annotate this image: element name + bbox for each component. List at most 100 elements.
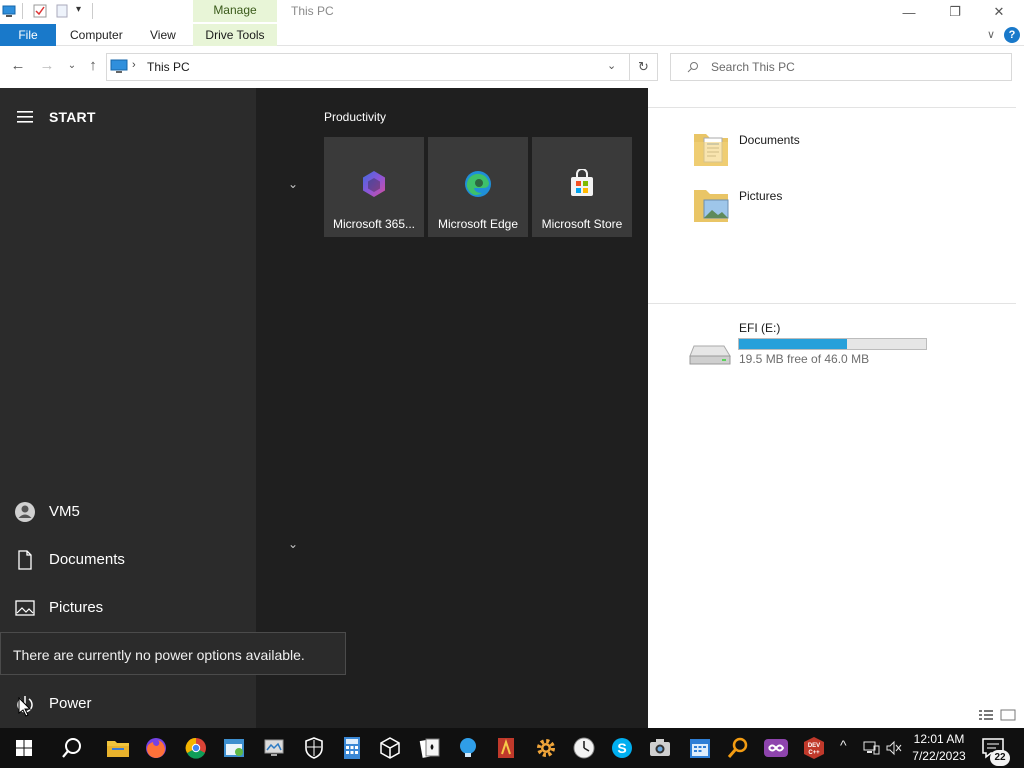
infinity-icon	[764, 739, 788, 757]
microsoft-365-icon	[363, 171, 385, 197]
tile-microsoft-edge[interactable]: Microsoft Edge	[428, 137, 528, 237]
show-hidden-icons-chevron-icon[interactable]: ^	[840, 737, 847, 753]
address-bar[interactable]: › This PC ⌄	[106, 53, 630, 81]
taskbar-dev-cpp[interactable]: DEV C++	[798, 732, 830, 764]
back-arrow-icon[interactable]: ←	[8, 56, 28, 76]
large-icons-view-icon[interactable]	[1000, 709, 1016, 721]
pictures-folder-icon[interactable]	[690, 184, 732, 226]
taskbar-calculator[interactable]	[336, 732, 368, 764]
collapse-group-chevron-icon[interactable]: ⌄	[288, 537, 298, 551]
details-view-icon[interactable]	[978, 709, 994, 721]
tab-view[interactable]: View	[150, 24, 176, 46]
expand-ribbon-chevron-icon[interactable]: ∨	[983, 26, 999, 44]
start-item-pictures-label: Pictures	[49, 599, 104, 616]
search-box[interactable]: Search This PC	[670, 53, 1012, 81]
taskbar-camera[interactable]	[644, 732, 676, 764]
cards-icon	[419, 738, 440, 758]
network-icon[interactable]	[862, 740, 880, 756]
taskbar-visual-studio[interactable]	[760, 732, 792, 764]
tile-group-title[interactable]: Productivity	[324, 110, 386, 124]
hamburger-menu-icon[interactable]	[17, 111, 33, 123]
taskbar-tips[interactable]	[452, 732, 484, 764]
start-item-power[interactable]: Power	[0, 682, 256, 726]
drive-usage-bar	[738, 338, 927, 350]
firefox-icon	[146, 738, 166, 758]
folder-pictures-label[interactable]: Pictures	[739, 189, 782, 203]
manage-context-tab[interactable]: Manage	[193, 0, 277, 22]
customize-qat-icon[interactable]: ▾	[76, 4, 81, 15]
taskbar-security[interactable]	[298, 732, 330, 764]
help-button[interactable]: ?	[1004, 27, 1020, 43]
restore-button[interactable]: ❐	[932, 0, 978, 24]
forward-arrow-icon[interactable]: →	[37, 56, 57, 76]
camera-icon	[650, 739, 670, 756]
volume-muted-icon[interactable]	[885, 740, 903, 756]
taskbar-clock-date[interactable]: 7/22/2023	[906, 749, 972, 763]
recent-locations-chevron-icon[interactable]: ⌄	[62, 56, 82, 76]
folder-documents-label[interactable]: Documents	[739, 133, 800, 147]
taskbar-solitaire[interactable]	[414, 732, 446, 764]
drive-free-space: 19.5 MB free of 46.0 MB	[739, 352, 870, 366]
drive-usage-fill	[739, 339, 848, 349]
drive-icon[interactable]	[688, 340, 732, 368]
folder-icon	[107, 741, 129, 757]
start-item-pictures[interactable]: Pictures	[0, 586, 256, 630]
start-item-user[interactable]: VM5	[0, 490, 256, 534]
start-title[interactable]: START	[49, 109, 96, 125]
minimize-button[interactable]: —	[886, 0, 932, 24]
ribbon-tab-bar: File Computer View Drive Tools ∨ ?	[0, 24, 1024, 46]
qat-divider	[22, 3, 23, 19]
svg-text:C++: C++	[808, 750, 820, 756]
collapse-group-chevron-icon[interactable]: ⌄	[288, 177, 298, 191]
taskbar-file-explorer[interactable]	[102, 732, 134, 764]
svg-text:S: S	[617, 740, 626, 756]
close-button[interactable]: ✕	[976, 0, 1022, 24]
breadcrumb-chevron-icon[interactable]: ›	[132, 59, 136, 71]
taskbar-firefox[interactable]	[140, 732, 172, 764]
cube-icon	[380, 737, 400, 759]
this-pc-icon[interactable]	[2, 4, 16, 18]
up-arrow-icon[interactable]: ↑	[83, 56, 103, 76]
dev-cpp-icon: DEVC++	[804, 737, 824, 759]
taskbar-skype[interactable]: S	[606, 732, 638, 764]
navigation-bar: ← → ⌄ ↑ › This PC ⌄ ↻ Search This PC	[0, 46, 1024, 88]
taskbar-3d-viewer[interactable]	[374, 732, 406, 764]
taskbar-settings[interactable]	[530, 732, 562, 764]
taskbar-search-button[interactable]	[56, 732, 88, 764]
tab-computer[interactable]: Computer	[70, 24, 123, 46]
taskbar-clock-app[interactable]	[568, 732, 600, 764]
chrome-icon	[185, 737, 206, 759]
edge-icon	[465, 171, 491, 197]
taskbar-chrome[interactable]	[180, 732, 212, 764]
tab-file[interactable]: File	[0, 24, 56, 46]
qat-divider	[92, 3, 93, 19]
start-item-documents[interactable]: Documents	[0, 538, 256, 582]
start-button[interactable]	[8, 732, 40, 764]
clock-icon	[573, 737, 595, 759]
document-icon	[18, 550, 32, 570]
address-path[interactable]: This PC	[147, 60, 190, 74]
new-folder-icon[interactable]	[55, 4, 69, 18]
svg-text:DEV: DEV	[808, 743, 820, 749]
refresh-button[interactable]: ↻	[630, 53, 658, 81]
taskbar-app-red[interactable]	[490, 732, 522, 764]
tile-microsoft-store[interactable]: Microsoft Store	[532, 137, 632, 237]
taskbar-app-generic[interactable]	[218, 732, 250, 764]
tab-drive-tools[interactable]: Drive Tools	[193, 24, 277, 46]
section-divider	[648, 303, 1016, 304]
taskbar-app-generic[interactable]	[258, 732, 290, 764]
shield-icon	[305, 737, 323, 759]
taskbar-calendar[interactable]	[684, 732, 716, 764]
drive-efi-label[interactable]: EFI (E:)	[739, 321, 780, 335]
documents-folder-icon[interactable]	[690, 128, 732, 170]
search-input[interactable]: Search This PC	[711, 60, 795, 74]
address-dropdown-icon[interactable]: ⌄	[607, 59, 616, 72]
picture-icon	[15, 600, 35, 616]
tile-microsoft-365[interactable]: Microsoft 365...	[324, 137, 424, 237]
taskbar-clock-time[interactable]: 12:01 AM	[906, 732, 972, 746]
taskbar-magnifier[interactable]	[722, 732, 754, 764]
start-item-power-label: Power	[49, 695, 92, 712]
properties-icon[interactable]	[33, 4, 47, 18]
notification-count-badge: 22	[990, 750, 1010, 766]
taskbar: S DEV C++ ^ 12:01 AM 7/22/2023 22	[0, 728, 1024, 768]
